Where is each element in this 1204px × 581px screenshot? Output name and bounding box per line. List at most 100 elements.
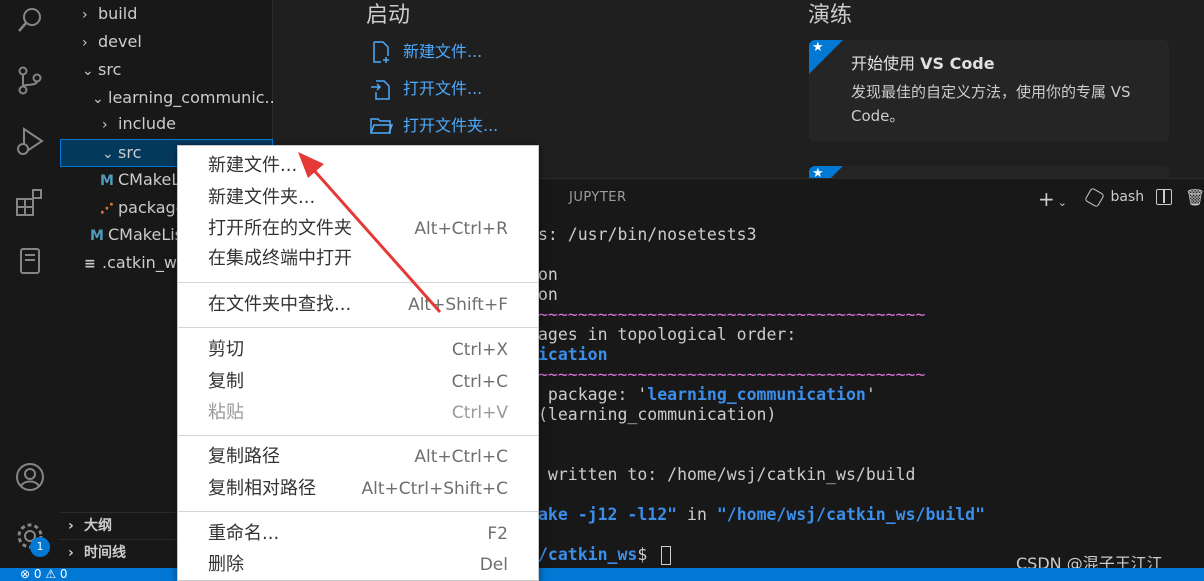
text-file-icon: ≡ xyxy=(84,256,96,272)
menu-item-new-file[interactable]: 新建文件... xyxy=(178,151,538,181)
tab-jupyter[interactable]: JUPYTER xyxy=(569,190,627,205)
terminal-line: ication xyxy=(538,345,608,364)
section-label: 大纲 xyxy=(84,518,112,534)
tree-item-label: devel xyxy=(98,32,142,51)
menu-item-find-in-folder[interactable]: 在文件夹中查找... Alt+Shift+F xyxy=(178,290,538,320)
chevron-down-icon: ⌄ xyxy=(82,63,94,79)
menu-item-label: 新建文件夹... xyxy=(208,187,316,208)
tree-item-src[interactable]: ⌄ src xyxy=(60,56,273,84)
chevron-down-icon: ⌄ xyxy=(92,91,104,107)
walkthrough-title: 开始使用 VS Code xyxy=(851,54,995,73)
folder-icon xyxy=(370,118,393,134)
new-file-icon xyxy=(373,41,389,63)
menu-item-shortcut: Alt+Shift+F xyxy=(408,295,508,315)
chevron-right-icon: › xyxy=(68,545,74,561)
menu-item-label: 复制路径 xyxy=(208,446,280,467)
menu-item-label: 复制 xyxy=(208,371,244,392)
menu-item-shortcut: F2 xyxy=(487,524,508,544)
run-debug-icon[interactable] xyxy=(14,125,46,157)
menu-item-label: 在文件夹中查找... xyxy=(208,294,352,315)
menu-item-delete[interactable]: 删除 Del xyxy=(178,550,538,580)
menu-item-new-folder[interactable]: 新建文件夹... xyxy=(178,183,538,213)
menu-item-shortcut: Del xyxy=(479,555,508,575)
menu-item-label: 剪切 xyxy=(208,339,244,360)
menu-item-label: 在集成终端中打开 xyxy=(208,248,352,269)
kill-terminal-button[interactable]: 🗑 xyxy=(1185,188,1204,212)
search-icon[interactable] xyxy=(14,4,46,36)
new-terminal-button[interactable]: + ⌄ xyxy=(1038,187,1067,211)
chevron-right-icon: › xyxy=(82,35,88,51)
terminal-line: on xyxy=(538,265,558,284)
menu-separator xyxy=(178,435,538,436)
chevron-right-icon: › xyxy=(102,117,108,133)
tree-item-label: CMakeL xyxy=(118,170,181,189)
menu-item-copy-relative-path[interactable]: 复制相对路径 Alt+Ctrl+Shift+C xyxy=(178,474,538,504)
rss-icon: ⋰ xyxy=(100,201,114,217)
terminal-shell-selector[interactable]: bash xyxy=(1084,186,1144,213)
menu-item-paste[interactable]: 粘贴 Ctrl+V xyxy=(178,398,538,428)
terminal-line: on xyxy=(538,285,558,304)
shell-icon xyxy=(1084,186,1105,208)
chevron-down-icon: ⌄ xyxy=(102,146,114,162)
tree-item-devel[interactable]: › devel xyxy=(60,28,273,56)
activity-bar: 1 xyxy=(0,0,60,568)
menu-item-label: 重命名... xyxy=(208,523,280,544)
menu-item-shortcut: Alt+Ctrl+R xyxy=(414,219,508,239)
terminal-line: /catkin_ws$ xyxy=(538,545,672,565)
walkthrough-description: 发现最佳的自定义方法，使用你的专属 VS Code。 xyxy=(851,83,1131,125)
menu-item-rename[interactable]: 重命名... F2 xyxy=(178,519,538,549)
menu-item-cut[interactable]: 剪切 Ctrl+X xyxy=(178,335,538,365)
menu-item-label: 粘贴 xyxy=(208,402,244,423)
menu-item-copy[interactable]: 复制 Ctrl+C xyxy=(178,367,538,397)
split-terminal-button[interactable] xyxy=(1156,189,1172,213)
open-file-icon xyxy=(371,80,390,100)
terminal-panel: JUPYTER + ⌄ bash 🗑 s: /usr/bin/nosetests3… xyxy=(538,178,1204,568)
cmake-file-icon: M xyxy=(90,228,104,244)
walkthrough-card-get-started[interactable]: ★ 开始使用 VS Code 发现最佳的自定义方法，使用你的专属 VS Code… xyxy=(809,40,1169,142)
terminal-line: (learning_communication) xyxy=(538,405,777,424)
chevron-down-icon: ⌄ xyxy=(1057,196,1067,209)
menu-item-shortcut: Ctrl+X xyxy=(451,340,508,360)
tree-item-learning-communication[interactable]: ⌄ learning_communic... xyxy=(60,84,273,112)
star-icon: ★ xyxy=(812,40,824,55)
tree-item-label: include xyxy=(118,114,176,133)
cmake-file-icon: M xyxy=(100,173,114,189)
menu-separator xyxy=(178,282,538,283)
plus-icon: + xyxy=(1038,187,1055,211)
tree-item-label: CMakeLis xyxy=(108,225,184,244)
menu-item-copy-path[interactable]: 复制路径 Alt+Ctrl+C xyxy=(178,442,538,472)
menu-item-shortcut: Ctrl+C xyxy=(451,372,508,392)
notebook-icon[interactable] xyxy=(14,245,46,277)
menu-separator xyxy=(178,327,538,328)
menu-item-reveal-in-folder[interactable]: 打开所在的文件夹 Alt+Ctrl+R xyxy=(178,214,538,244)
tree-item-label: src xyxy=(118,143,142,162)
start-heading: 启动 xyxy=(366,3,411,28)
terminal-line: written to: /home/wsj/catkin_ws/build xyxy=(538,465,916,484)
terminal-line: ~~~~~~~~~~~~~~~~~~~~~~~~~~~~~~~~~~~~~~~ xyxy=(538,365,926,384)
tree-item-build[interactable]: › build xyxy=(60,0,273,28)
menu-item-shortcut: Alt+Ctrl+Shift+C xyxy=(361,479,508,499)
terminal-line: package: 'learning_communication' xyxy=(538,385,876,404)
new-file-link[interactable]: 新建文件... xyxy=(369,40,529,64)
menu-item-open-in-terminal[interactable]: 在集成终端中打开 xyxy=(178,244,538,274)
source-control-icon[interactable] xyxy=(14,64,46,96)
section-label: 时间线 xyxy=(84,545,126,561)
problems-indicator[interactable]: ⊗ 0 ⚠ 0 xyxy=(20,568,68,581)
chevron-right-icon: › xyxy=(68,518,74,534)
terminal-line: ~~~~~~~~~~~~~~~~~~~~~~~~~~~~~~~~~~~~~~~ xyxy=(538,305,926,324)
menu-item-label: 复制相对路径 xyxy=(208,478,316,499)
menu-item-label: 打开所在的文件夹 xyxy=(208,218,352,239)
terminal-cursor xyxy=(661,546,672,565)
open-file-link[interactable]: 打开文件... xyxy=(369,77,529,101)
tree-item-label: learning_communic... xyxy=(108,88,273,107)
tree-item-include[interactable]: › include xyxy=(60,110,273,138)
open-folder-link[interactable]: 打开文件夹... xyxy=(369,114,549,138)
menu-item-shortcut: Alt+Ctrl+C xyxy=(414,447,508,467)
account-icon[interactable] xyxy=(14,461,46,493)
extensions-icon[interactable] xyxy=(14,186,46,218)
menu-item-label: 删除 xyxy=(208,554,244,575)
tree-item-label: build xyxy=(98,4,138,23)
split-icon xyxy=(1156,189,1172,205)
menu-item-shortcut: Ctrl+V xyxy=(451,403,508,423)
terminal-line: ake -j12 -l12" in "/home/wsj/catkin_ws/b… xyxy=(538,505,986,524)
